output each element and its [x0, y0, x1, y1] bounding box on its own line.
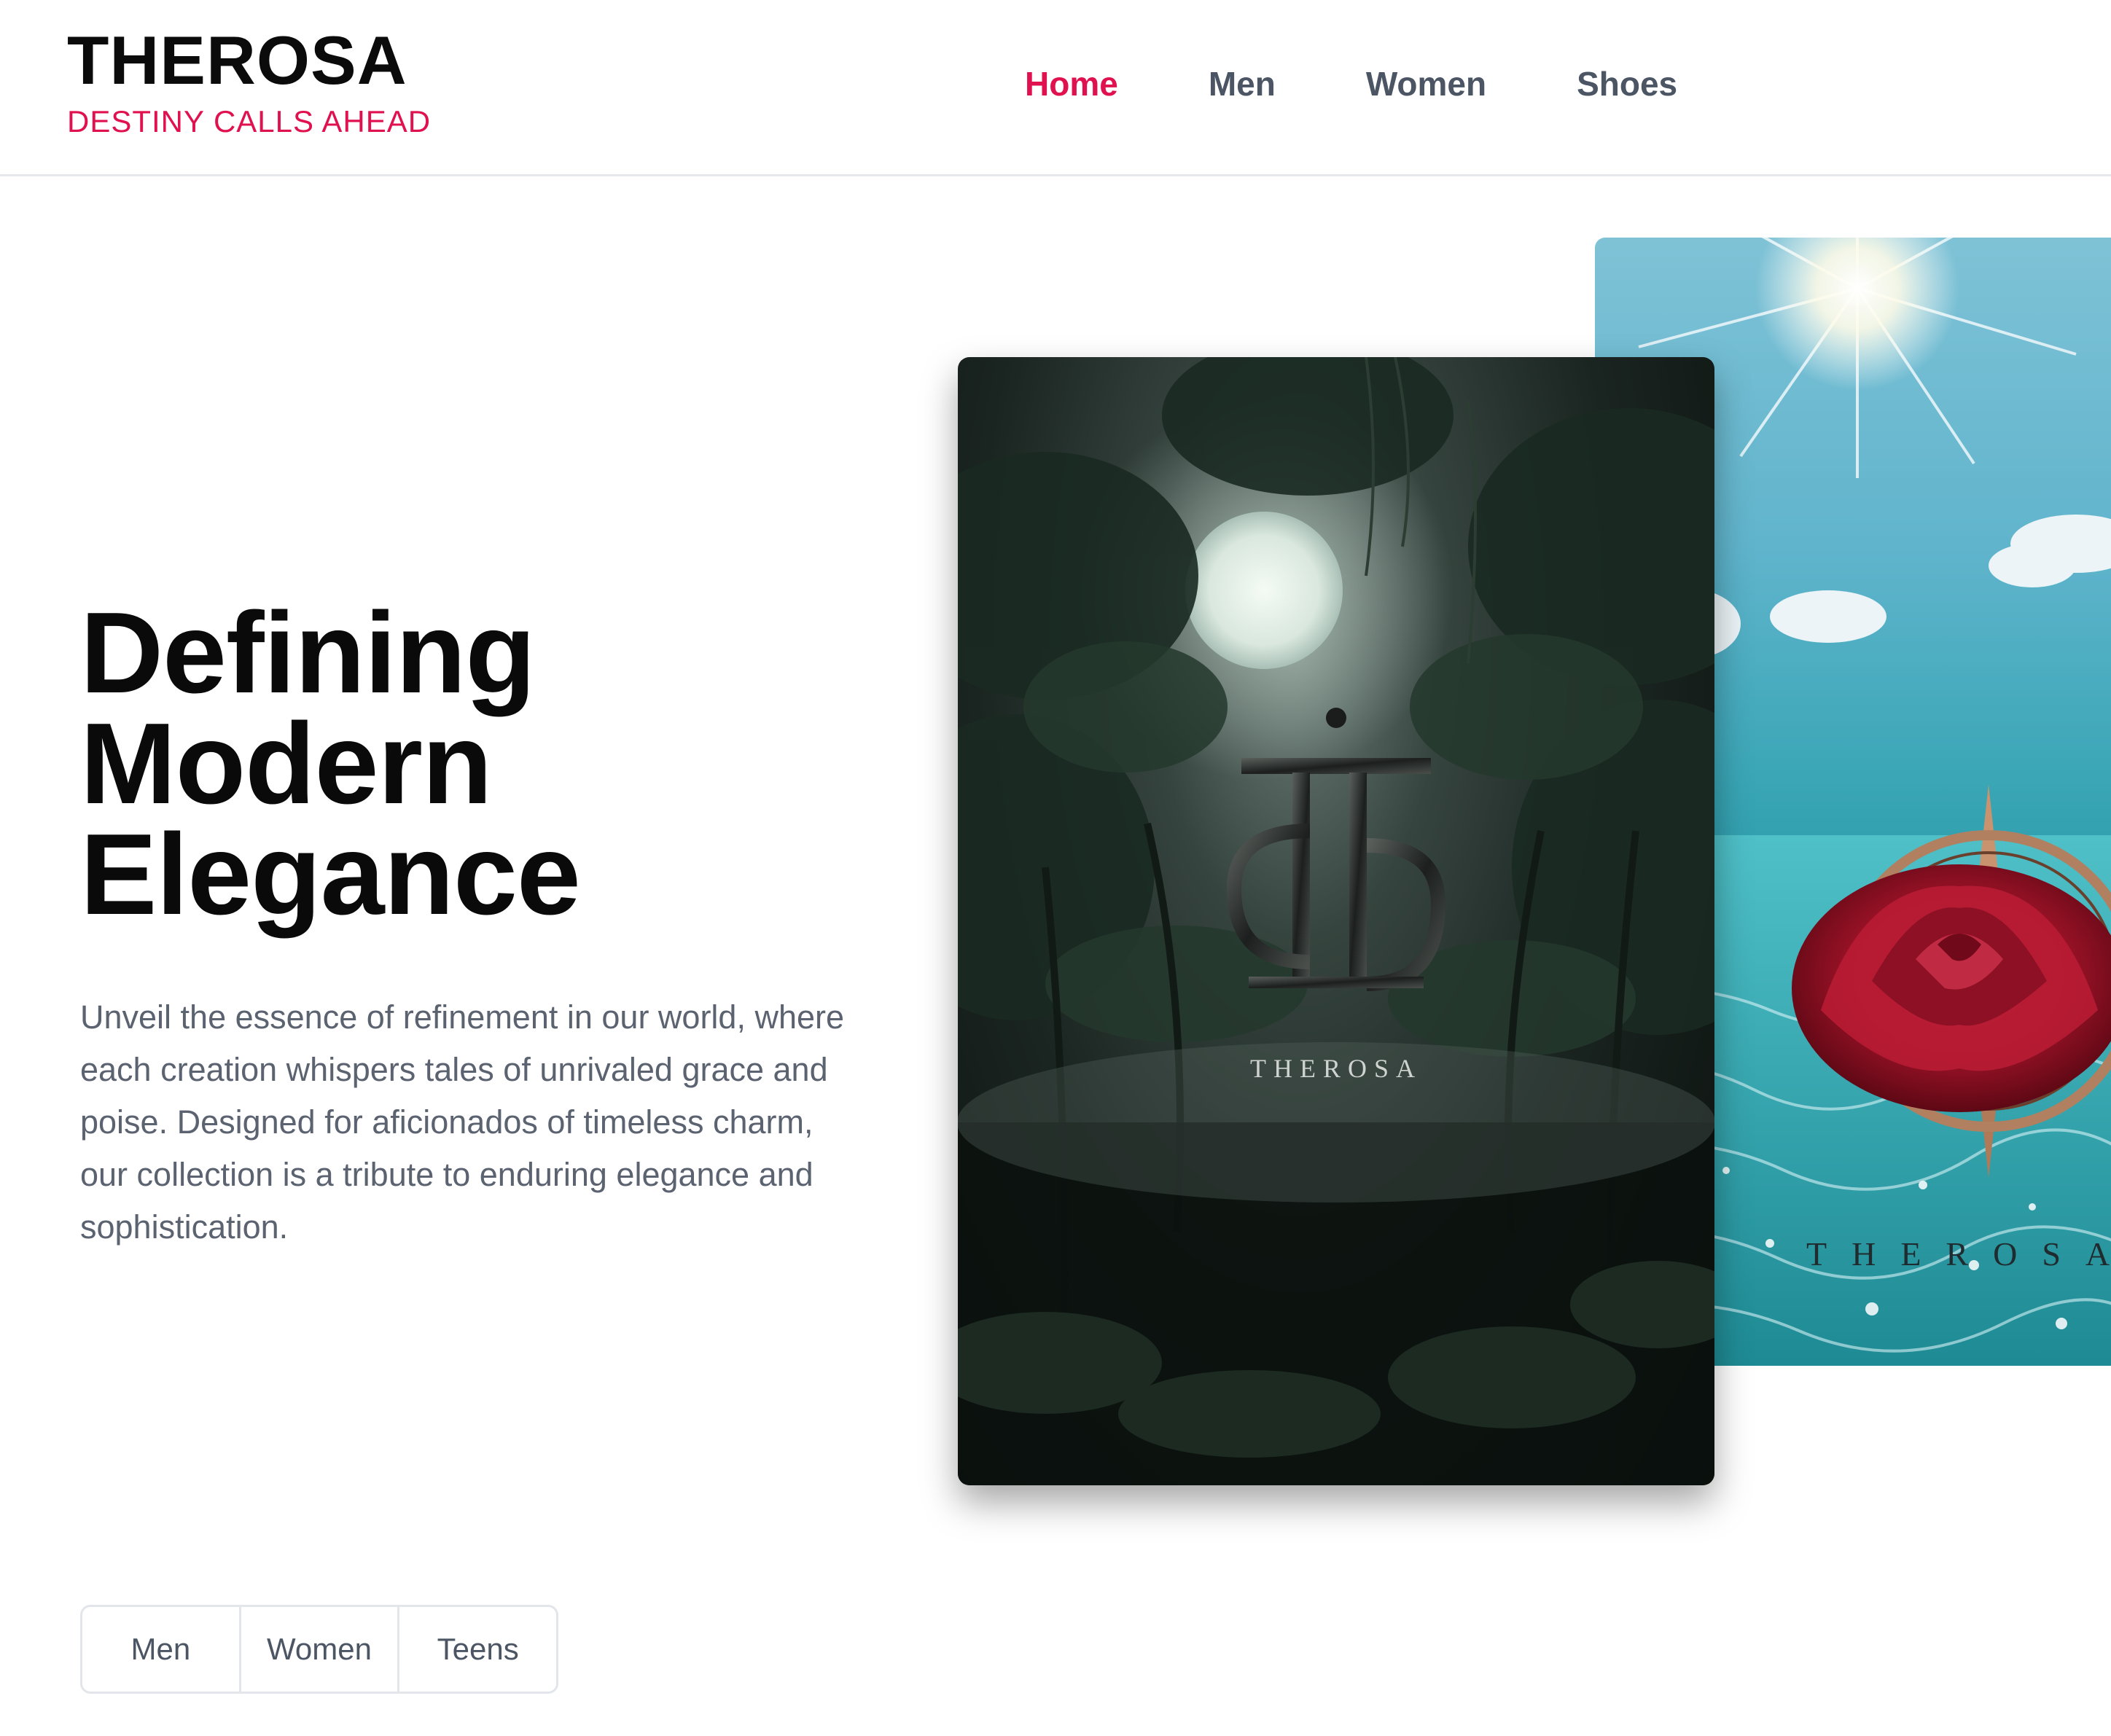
category-tabs: Men Women Teens: [80, 1605, 558, 1694]
card-brand-text: THEROSA: [1249, 1054, 1422, 1083]
card-brand-text: THEROSA: [1806, 1235, 2111, 1272]
tab-men[interactable]: Men: [82, 1607, 239, 1692]
nav-item-men[interactable]: Men: [1209, 67, 1276, 101]
brand-tagline: DESTINY CALLS AHEAD: [67, 104, 432, 138]
hero-title-line: Elegance: [80, 810, 581, 939]
nav-item-home[interactable]: Home: [1025, 67, 1118, 101]
hero-description: Unveil the essence of refinement in our …: [80, 998, 845, 1246]
site-header: THEROSA DESTINY CALLS AHEAD Home Men Wom…: [0, 0, 2111, 176]
nav-item-women[interactable]: Women: [1366, 67, 1486, 101]
brand-logo[interactable]: THEROSA: [67, 26, 407, 95]
hero-title-line: Defining: [80, 589, 536, 717]
hero-title: Defining Modern Elegance: [80, 589, 581, 939]
tab-women[interactable]: Women: [238, 1607, 398, 1692]
jungle-monogram-illustration: [958, 357, 1714, 1485]
hero-title-line: Modern: [80, 700, 493, 828]
jungle-card-image: THEROSA: [958, 357, 1714, 1485]
nav-item-shoes[interactable]: Shoes: [1577, 67, 1677, 101]
main-nav: Home Men Women Shoes: [1025, 67, 1768, 101]
tab-teens[interactable]: Teens: [397, 1607, 556, 1692]
